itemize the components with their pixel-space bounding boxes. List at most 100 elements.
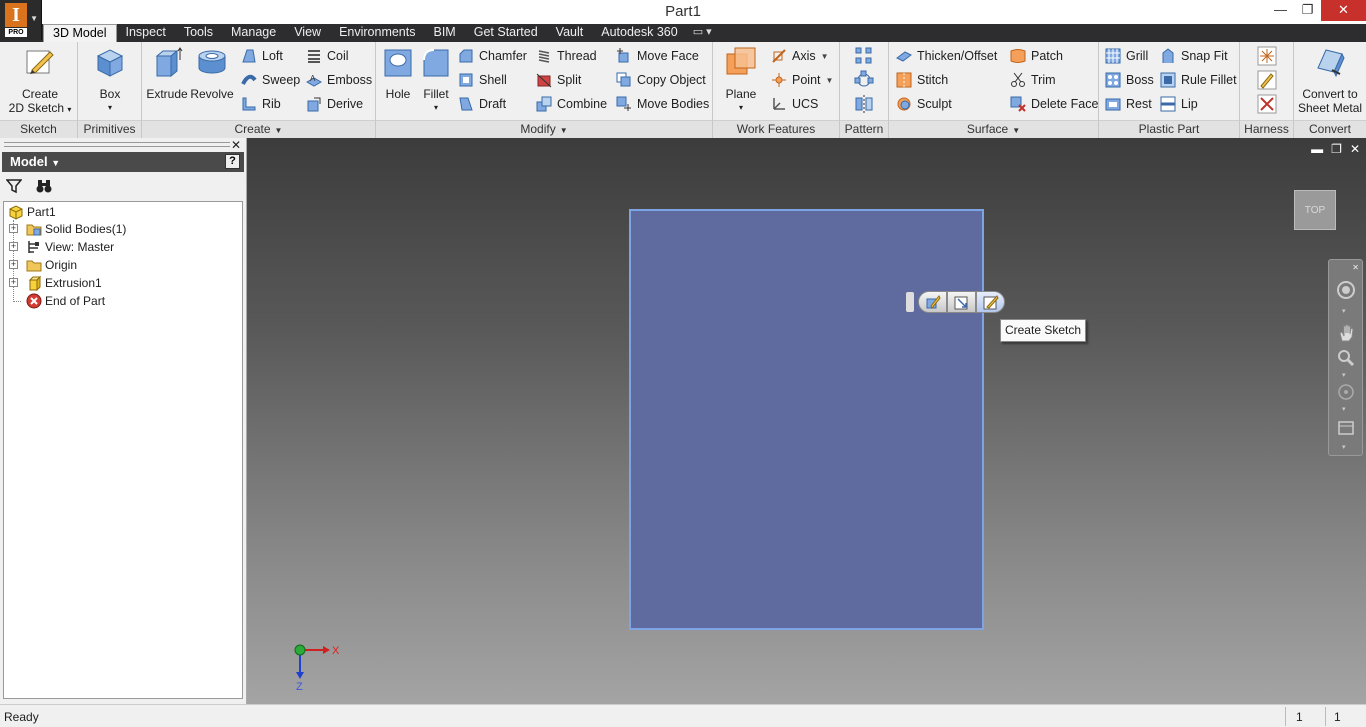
split-button[interactable]: Split	[536, 70, 581, 90]
harness-delete-icon[interactable]	[1257, 94, 1277, 114]
minimize-button[interactable]: —	[1267, 0, 1294, 21]
tab-vault[interactable]: Vault	[547, 24, 593, 42]
convert-to-sheet-metal-button[interactable]: Convert to Sheet Metal	[1298, 46, 1362, 115]
move-face-button[interactable]: Move Face	[616, 46, 699, 66]
close-icon[interactable]: ✕	[231, 138, 241, 152]
tab-get-started[interactable]: Get Started	[465, 24, 547, 42]
steering-wheel-icon[interactable]	[1336, 280, 1356, 300]
selected-sketch-face[interactable]	[629, 209, 984, 630]
tab-bim[interactable]: BIM	[425, 24, 465, 42]
edit-extrude-button[interactable]	[918, 291, 947, 313]
point-button[interactable]: Point ▼	[771, 70, 833, 90]
thicken-offset-button[interactable]: Thicken/Offset	[896, 46, 997, 66]
grill-button[interactable]: Grill	[1105, 46, 1148, 66]
close-icon[interactable]: ✕	[1350, 142, 1360, 156]
tree-node-solid-bodies[interactable]: Solid Bodies(1)	[26, 220, 126, 238]
application-menu-button[interactable]: I PRO ▼	[0, 0, 42, 40]
chevron-down-icon[interactable]: ▾	[1342, 307, 1346, 315]
shell-button[interactable]: Shell	[458, 70, 507, 90]
panel-title-surface[interactable]: Surface ▼	[889, 120, 1098, 138]
rib-button[interactable]: Rib	[241, 94, 281, 114]
tab-manage[interactable]: Manage	[222, 24, 285, 42]
expand-icon[interactable]: +	[9, 224, 18, 233]
close-icon[interactable]: ✕	[1352, 263, 1359, 272]
patch-button[interactable]: Patch	[1010, 46, 1063, 66]
rule-fillet-label: Rule Fillet	[1181, 73, 1237, 87]
tree-node-origin[interactable]: Origin	[26, 256, 77, 274]
move-bodies-button[interactable]: Move Bodies	[616, 94, 709, 114]
zoom-icon[interactable]	[1336, 348, 1356, 368]
loft-button[interactable]: Loft	[241, 46, 283, 66]
sculpt-button[interactable]: Sculpt	[896, 94, 952, 114]
emboss-button[interactable]: A Emboss	[306, 70, 372, 90]
chevron-down-icon[interactable]: ▾	[1342, 371, 1346, 379]
chamfer-button[interactable]: Chamfer	[458, 46, 527, 66]
browser-title-dropdown[interactable]: Model ▼	[10, 154, 60, 169]
derive-button[interactable]: Derive	[306, 94, 363, 114]
filter-icon[interactable]	[6, 178, 22, 194]
delete-face-button[interactable]: Delete Face	[1010, 94, 1098, 114]
copy-object-button[interactable]: Copy Object	[616, 70, 706, 90]
pan-hand-icon[interactable]	[1336, 323, 1356, 343]
restore-icon[interactable]: ❐	[1331, 142, 1342, 156]
trim-button[interactable]: Trim	[1010, 70, 1056, 90]
restore-button[interactable]: ❐	[1294, 0, 1321, 21]
mirror-icon[interactable]	[854, 94, 874, 114]
edit-sketch-button[interactable]	[947, 291, 976, 313]
tab-inspect[interactable]: Inspect	[117, 24, 175, 42]
ucs-button[interactable]: UCS	[771, 94, 818, 114]
rule-fillet-button[interactable]: Rule Fillet	[1160, 70, 1237, 90]
tree-node-part1[interactable]: Part1	[8, 203, 56, 221]
chevron-down-icon[interactable]: ▾	[1342, 443, 1346, 451]
boss-button[interactable]: Boss	[1105, 70, 1154, 90]
minimize-icon[interactable]: ▬	[1311, 142, 1323, 156]
hole-button[interactable]: Hole	[380, 46, 416, 101]
sweep-button[interactable]: Sweep	[241, 70, 300, 90]
orbit-icon[interactable]	[1336, 382, 1356, 402]
draft-button[interactable]: Draft	[458, 94, 506, 114]
expand-icon[interactable]: +	[9, 260, 18, 269]
tab-view[interactable]: View	[285, 24, 330, 42]
binoculars-icon[interactable]	[36, 178, 52, 194]
tab-environments[interactable]: Environments	[330, 24, 424, 42]
view-cube[interactable]: TOP	[1294, 190, 1336, 230]
tree-node-end-of-part[interactable]: End of Part	[26, 292, 105, 310]
expand-icon[interactable]: +	[9, 242, 18, 251]
rectangular-pattern-icon[interactable]	[854, 46, 874, 66]
box-button[interactable]: Box ▾	[92, 46, 128, 115]
close-button[interactable]: ✕	[1321, 0, 1366, 21]
plane-button[interactable]: Plane ▾	[721, 46, 761, 115]
fillet-button[interactable]: Fillet ▾	[418, 46, 454, 115]
chevron-down-icon[interactable]: ▾	[1342, 405, 1346, 413]
coil-button[interactable]: Coil	[306, 46, 349, 66]
graphics-viewport[interactable]: ▬ ❐ ✕ TOP ✕ ▾ ▾ ▾ ▾ Create Sketch X Z	[247, 138, 1366, 704]
axis-button[interactable]: Axis ▼	[771, 46, 829, 66]
snap-fit-button[interactable]: Snap Fit	[1160, 46, 1228, 66]
ribbon-options-icon[interactable]: ▭ ▾	[687, 24, 718, 42]
tab-autodesk-360[interactable]: Autodesk 360	[592, 24, 686, 42]
tab-tools[interactable]: Tools	[175, 24, 222, 42]
create-sketch-button[interactable]	[976, 291, 1005, 313]
create-2d-sketch-button[interactable]: Create 2D Sketch ▾	[8, 46, 72, 117]
circular-pattern-icon[interactable]	[854, 70, 874, 90]
lip-button[interactable]: Lip	[1160, 94, 1198, 114]
panel-title-modify[interactable]: Modify ▼	[376, 120, 712, 138]
tree-node-extrusion1[interactable]: Extrusion1	[26, 274, 102, 292]
harness-pencil-icon[interactable]	[1257, 70, 1277, 90]
coil-icon	[308, 50, 320, 63]
rest-button[interactable]: Rest	[1105, 94, 1152, 114]
look-at-icon[interactable]	[1336, 418, 1356, 438]
revolve-button[interactable]: Revolve	[190, 46, 234, 101]
mini-toolbar-grip[interactable]	[906, 292, 914, 312]
tab-3d-model[interactable]: 3D Model	[43, 24, 117, 42]
panel-title-create[interactable]: Create ▼	[142, 120, 375, 138]
expand-icon[interactable]: +	[9, 278, 18, 287]
browser-drag-grip[interactable]	[4, 142, 230, 147]
combine-button[interactable]: Combine	[536, 94, 607, 114]
extrude-button[interactable]: Extrude	[146, 46, 188, 101]
thread-button[interactable]: Thread	[536, 46, 597, 66]
help-icon[interactable]: ?	[225, 154, 240, 169]
harness-sparkle-icon[interactable]	[1257, 46, 1277, 66]
stitch-button[interactable]: Stitch	[896, 70, 948, 90]
tree-node-view-master[interactable]: View: Master	[26, 238, 114, 256]
